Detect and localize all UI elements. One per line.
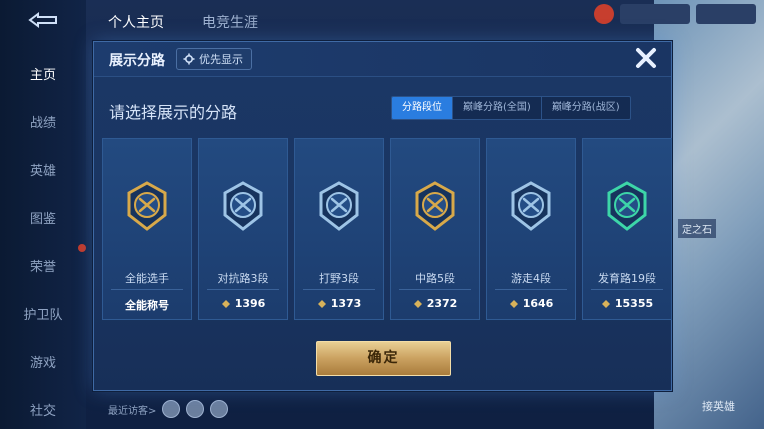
lane-score-value: 1373 — [330, 297, 362, 310]
divider — [207, 289, 279, 290]
close-icon[interactable] — [632, 44, 660, 72]
lane-name: 游走4段 — [511, 272, 551, 285]
nav-item-games[interactable]: 游戏 — [0, 352, 86, 371]
all-round-emblem-icon — [127, 181, 167, 231]
lane-score: 1373 — [295, 297, 383, 310]
nav-item-honor[interactable]: 荣誉 — [0, 256, 86, 275]
lane-card[interactable]: 游走4段 1646 — [486, 138, 576, 320]
lane-display-dialog: 展示分路 优先显示 请选择展示的分路 分路段位 巅峰分路(全国) 巅峰分路(战区… — [93, 41, 672, 391]
lane-card[interactable]: 全能选手 全能称号 — [102, 138, 192, 320]
rank-power-icon — [413, 299, 422, 308]
top-tabs: 个人主页 电竞生涯 — [108, 12, 258, 32]
divider — [495, 289, 567, 290]
rank-power-icon — [317, 299, 326, 308]
divider — [111, 289, 183, 290]
tab-peak-national[interactable]: 巅峰分路(全国) — [452, 97, 541, 119]
rank-power-icon — [221, 299, 230, 308]
notification-dot — [78, 244, 86, 252]
lane-score-value: 全能称号 — [125, 299, 169, 312]
lane-score: 全能称号 — [103, 297, 191, 313]
recent-visitors[interactable]: 最近访客> — [108, 400, 229, 418]
mid-lane-emblem-icon — [415, 181, 455, 231]
jungle-emblem-icon — [319, 181, 359, 231]
nav-item-social[interactable]: 社交 — [0, 400, 86, 419]
nav-item-heroes[interactable]: 英雄 — [0, 160, 86, 179]
lane-score-value: 1396 — [234, 297, 266, 310]
priority-display-button[interactable]: 优先显示 — [176, 48, 252, 70]
left-navigation: 主页 战绩 英雄 图鉴 荣誉 护卫队 游戏 社交 — [0, 0, 86, 429]
lane-card[interactable]: 对抗路3段 1396 — [198, 138, 288, 320]
visitors-label: 最近访客> — [108, 405, 157, 417]
nav-item-codex[interactable]: 图鉴 — [0, 208, 86, 227]
lane-score-value: 15355 — [614, 297, 654, 310]
lane-name: 对抗路3段 — [217, 272, 269, 285]
rank-power-icon — [509, 299, 518, 308]
divider — [399, 289, 471, 290]
dialog-title: 展示分路 — [109, 53, 165, 69]
nav-item-home[interactable]: 主页 — [0, 64, 86, 83]
visitor-avatar[interactable] — [186, 400, 205, 418]
bottom-right-label[interactable]: 接英雄 — [702, 398, 735, 414]
lane-card[interactable]: 中路5段 2372 — [390, 138, 480, 320]
lane-cards: 全能选手 全能称号 对抗路3段 1396 打野3段 1373 中路5段 2372 游走4段 164… — [102, 138, 672, 320]
lane-score: 1396 — [199, 297, 287, 310]
select-prompt: 请选择展示的分路 — [109, 103, 238, 122]
lane-tabs: 分路段位 巅峰分路(全国) 巅峰分路(战区) — [391, 96, 631, 120]
divider — [303, 289, 375, 290]
lane-score-value: 1646 — [522, 297, 554, 310]
avatar[interactable] — [594, 4, 614, 24]
lane-name: 打野3段 — [319, 272, 359, 285]
tab-esports[interactable]: 电竞生涯 — [202, 12, 258, 32]
lane-name: 中路5段 — [415, 272, 455, 285]
lane-card[interactable]: 发育路19段 15355 — [582, 138, 672, 320]
divider — [591, 289, 663, 290]
currency-box[interactable] — [620, 4, 690, 24]
farm-lane-emblem-icon — [607, 181, 647, 231]
side-label: 定之石 — [678, 219, 716, 238]
visitor-avatar[interactable] — [162, 400, 181, 418]
lane-score: 15355 — [583, 297, 671, 310]
dialog-header: 展示分路 优先显示 — [94, 42, 671, 77]
lane-score: 1646 — [487, 297, 575, 310]
lane-score-value: 2372 — [426, 297, 458, 310]
top-right-bar — [594, 4, 756, 24]
visitor-avatar[interactable] — [210, 400, 229, 418]
confirm-button[interactable]: 确定 — [316, 341, 451, 376]
nav-item-guard[interactable]: 护卫队 — [0, 304, 86, 323]
priority-display-label: 优先显示 — [199, 53, 243, 66]
rank-power-icon — [601, 299, 610, 308]
clash-lane-emblem-icon — [223, 181, 263, 231]
lane-name: 全能选手 — [125, 272, 169, 285]
lane-card[interactable]: 打野3段 1373 — [294, 138, 384, 320]
back-arrow-icon[interactable] — [26, 12, 62, 28]
gear-icon — [183, 53, 195, 65]
tab-peak-region[interactable]: 巅峰分路(战区) — [540, 97, 630, 119]
nav-item-record[interactable]: 战绩 — [0, 112, 86, 131]
tab-profile[interactable]: 个人主页 — [108, 12, 164, 32]
roam-emblem-icon — [511, 181, 551, 231]
tab-lane-rank[interactable]: 分路段位 — [392, 97, 452, 119]
currency-box-2[interactable] — [696, 4, 756, 24]
lane-name: 发育路19段 — [598, 272, 656, 285]
lane-score: 2372 — [391, 297, 479, 310]
